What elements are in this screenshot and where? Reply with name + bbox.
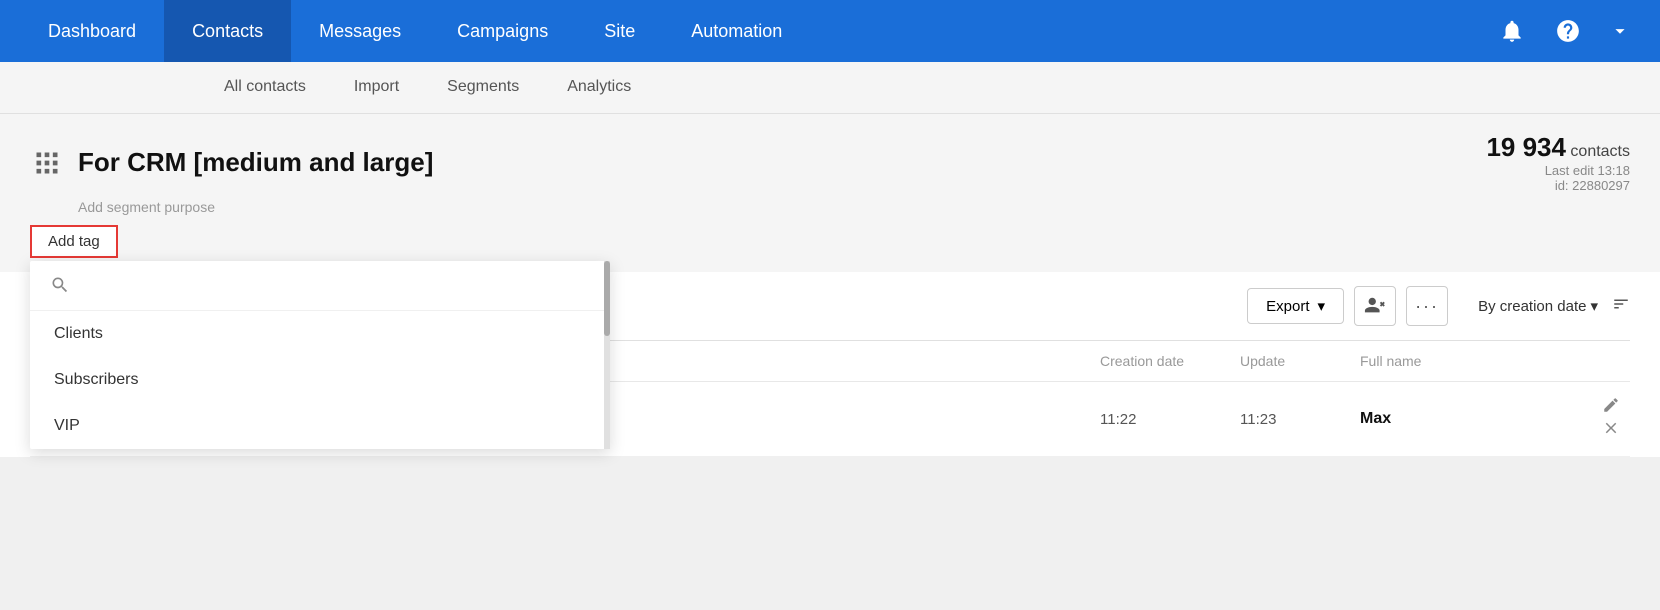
tag-item-clients[interactable]: Clients (30, 311, 610, 357)
add-tag-button[interactable]: Add tag (30, 225, 118, 258)
col-header-update: Update (1230, 341, 1350, 382)
contacts-label: contacts (1566, 143, 1630, 160)
grid-icon (30, 146, 64, 180)
remove-contacts-button[interactable] (1354, 286, 1396, 326)
sort-label-text: By creation date (1478, 298, 1586, 315)
export-button[interactable]: Export ▾ (1247, 288, 1344, 324)
nav-more-button[interactable] (1600, 11, 1640, 51)
export-label: Export (1266, 298, 1309, 315)
last-edit-info: Last edit 13:18 (1486, 163, 1630, 178)
tag-dropdown: Clients Subscribers VIP (30, 261, 610, 449)
export-chevron-icon: ▾ (1318, 297, 1326, 315)
nav-item-messages[interactable]: Messages (291, 0, 429, 62)
sub-nav-import[interactable]: Import (330, 62, 423, 114)
nav-item-dashboard[interactable]: Dashboard (20, 0, 164, 62)
add-tag-area: Add tag Clients Subscribers VIP (30, 225, 1630, 258)
col-header-fullname: Full name (1350, 341, 1550, 382)
nav-item-automation[interactable]: Automation (663, 0, 810, 62)
nav-item-campaigns[interactable]: Campaigns (429, 0, 576, 62)
contacts-count-area: 19 934 contacts Last edit 13:18 id: 2288… (1486, 132, 1630, 193)
tag-search-area (30, 261, 610, 311)
nav-item-site[interactable]: Site (576, 0, 663, 62)
row-actions (1550, 382, 1630, 457)
search-icon (50, 275, 70, 300)
page-header: For CRM [medium and large] 19 934 contac… (0, 114, 1660, 272)
scrollbar-thumb (604, 261, 610, 336)
bell-icon[interactable] (1492, 11, 1532, 51)
segment-id: id: 22880297 (1486, 178, 1630, 193)
edit-icon[interactable] (1602, 401, 1620, 418)
nav-icons-area (1492, 11, 1588, 51)
delete-icon[interactable] (1602, 424, 1620, 441)
tag-item-subscribers[interactable]: Subscribers (30, 357, 610, 403)
sub-navigation: All contacts Import Segments Analytics (0, 62, 1660, 114)
segment-purpose[interactable]: Add segment purpose (78, 199, 1630, 215)
col-header-creation: Creation date (1090, 341, 1230, 382)
top-navigation: Dashboard Contacts Messages Campaigns Si… (0, 0, 1660, 62)
contacts-count: 19 934 (1486, 132, 1566, 162)
sub-nav-analytics[interactable]: Analytics (543, 62, 655, 114)
tag-item-vip[interactable]: VIP (30, 403, 610, 449)
sort-order-icon[interactable] (1612, 295, 1630, 318)
sub-nav-all-contacts[interactable]: All contacts (200, 62, 330, 114)
row-update-date: 11:23 (1230, 382, 1350, 457)
sub-nav-segments[interactable]: Segments (423, 62, 543, 114)
sort-label[interactable]: By creation date ▾ (1478, 297, 1598, 315)
segment-title-area: For CRM [medium and large] (30, 146, 433, 180)
more-options-button[interactable]: ··· (1406, 286, 1448, 326)
sort-chevron-icon: ▾ (1590, 297, 1598, 315)
row-creation-date: 11:22 (1090, 382, 1230, 457)
col-header-actions (1550, 341, 1630, 382)
page-title: For CRM [medium and large] (78, 147, 433, 178)
row-full-name: Max (1350, 382, 1550, 457)
nav-item-contacts[interactable]: Contacts (164, 0, 291, 62)
help-icon[interactable] (1548, 11, 1588, 51)
sort-area: By creation date ▾ (1478, 295, 1630, 318)
scrollbar[interactable] (604, 261, 610, 449)
